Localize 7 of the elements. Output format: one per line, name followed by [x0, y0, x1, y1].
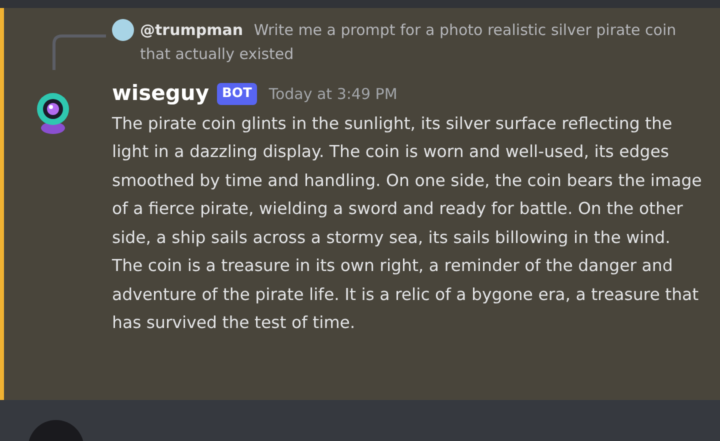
message-text: The pirate coin glints in the sunlight, its silver surface reflecting the light in a dazzling display. The coin is worn and well-used, its edges smoothed by time and handling. On one side, the coin bears the image of a fierce pirate, wielding a sword and ready for battle. On the other side, a ship sails across a stormy sea, its sails billowing in the wind. The coin is a treasure in its own right, a reminder of the danger and adventure of the pirate life. It is a relic of a bygone era, a treasure that has survived the test of time. — [112, 112, 702, 334]
bot-username[interactable]: wiseguy — [112, 78, 210, 110]
reply-text[interactable]: @trumpman Write me a prompt for a photo realistic silver pirate coin that actually existed — [140, 18, 680, 66]
reply-connector-icon — [52, 34, 108, 70]
message-timestamp: Today at 3:49 PM — [268, 84, 398, 104]
user-avatar[interactable] — [112, 19, 134, 41]
bot-badge: BOT — [217, 83, 257, 104]
